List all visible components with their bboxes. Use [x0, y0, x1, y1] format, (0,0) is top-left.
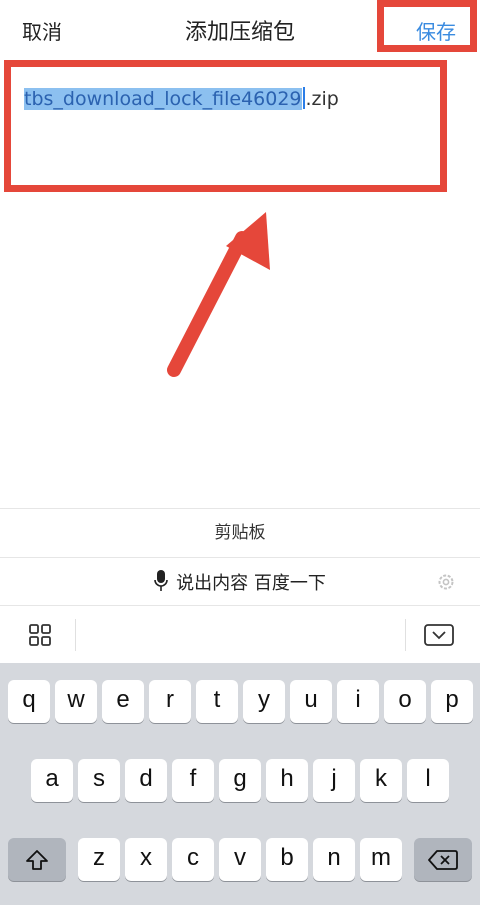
key-d[interactable]: d [125, 759, 167, 802]
keyboard-hide-icon[interactable] [424, 624, 454, 646]
key-r[interactable]: r [149, 680, 191, 723]
key-e[interactable]: e [102, 680, 144, 723]
key-k[interactable]: k [360, 759, 402, 802]
key-z[interactable]: z [78, 838, 120, 881]
key-q[interactable]: q [8, 680, 50, 723]
key-w[interactable]: w [55, 680, 97, 723]
key-c[interactable]: c [172, 838, 214, 881]
clipboard-button[interactable]: 剪贴板 [0, 508, 480, 558]
key-n[interactable]: n [313, 838, 355, 881]
keyboard-toolbar [0, 607, 480, 663]
filename-extension: .zip [305, 88, 339, 110]
voice-input-bar[interactable]: 说出内容 百度一下 [0, 558, 480, 606]
key-v[interactable]: v [219, 838, 261, 881]
shift-key[interactable] [8, 838, 66, 881]
key-f[interactable]: f [172, 759, 214, 802]
backspace-key[interactable] [414, 838, 472, 881]
toolbar-divider [405, 619, 406, 651]
text-caret [302, 87, 305, 109]
key-g[interactable]: g [219, 759, 261, 802]
key-b[interactable]: b [266, 838, 308, 881]
shift-icon [26, 850, 48, 870]
page-title: 添加压缩包 [184, 20, 295, 45]
key-t[interactable]: t [196, 680, 238, 723]
key-m[interactable]: m [360, 838, 402, 881]
key-a[interactable]: a [31, 759, 73, 802]
key-s[interactable]: s [78, 759, 120, 802]
filename-highlight-box [4, 60, 447, 192]
key-y[interactable]: y [243, 680, 285, 723]
key-i[interactable]: i [337, 680, 379, 723]
key-j[interactable]: j [313, 759, 355, 802]
key-p[interactable]: p [431, 680, 473, 723]
microphone-icon [154, 570, 168, 591]
key-o[interactable]: o [384, 680, 426, 723]
key-h[interactable]: h [266, 759, 308, 802]
toolbar-divider [75, 619, 76, 651]
voice-input-label: 说出内容 百度一下 [176, 573, 326, 594]
filename-selected-text: tbs_download_lock_file46029 [24, 88, 302, 110]
key-x[interactable]: x [125, 838, 167, 881]
key-u[interactable]: u [290, 680, 332, 723]
filename-input[interactable]: tbs_download_lock_file46029 .zip [24, 87, 339, 110]
nav-header: 取消 添加压缩包 保存 [0, 0, 480, 56]
annotation-arrow [167, 212, 270, 377]
backspace-icon [428, 850, 458, 870]
gear-icon[interactable] [436, 572, 456, 592]
grid-icon[interactable] [28, 623, 52, 647]
keyboard: q w e r t y u i o p a s d f g h j k l z … [0, 663, 480, 905]
key-l[interactable]: l [407, 759, 449, 802]
save-button[interactable]: 保存 [416, 16, 456, 45]
